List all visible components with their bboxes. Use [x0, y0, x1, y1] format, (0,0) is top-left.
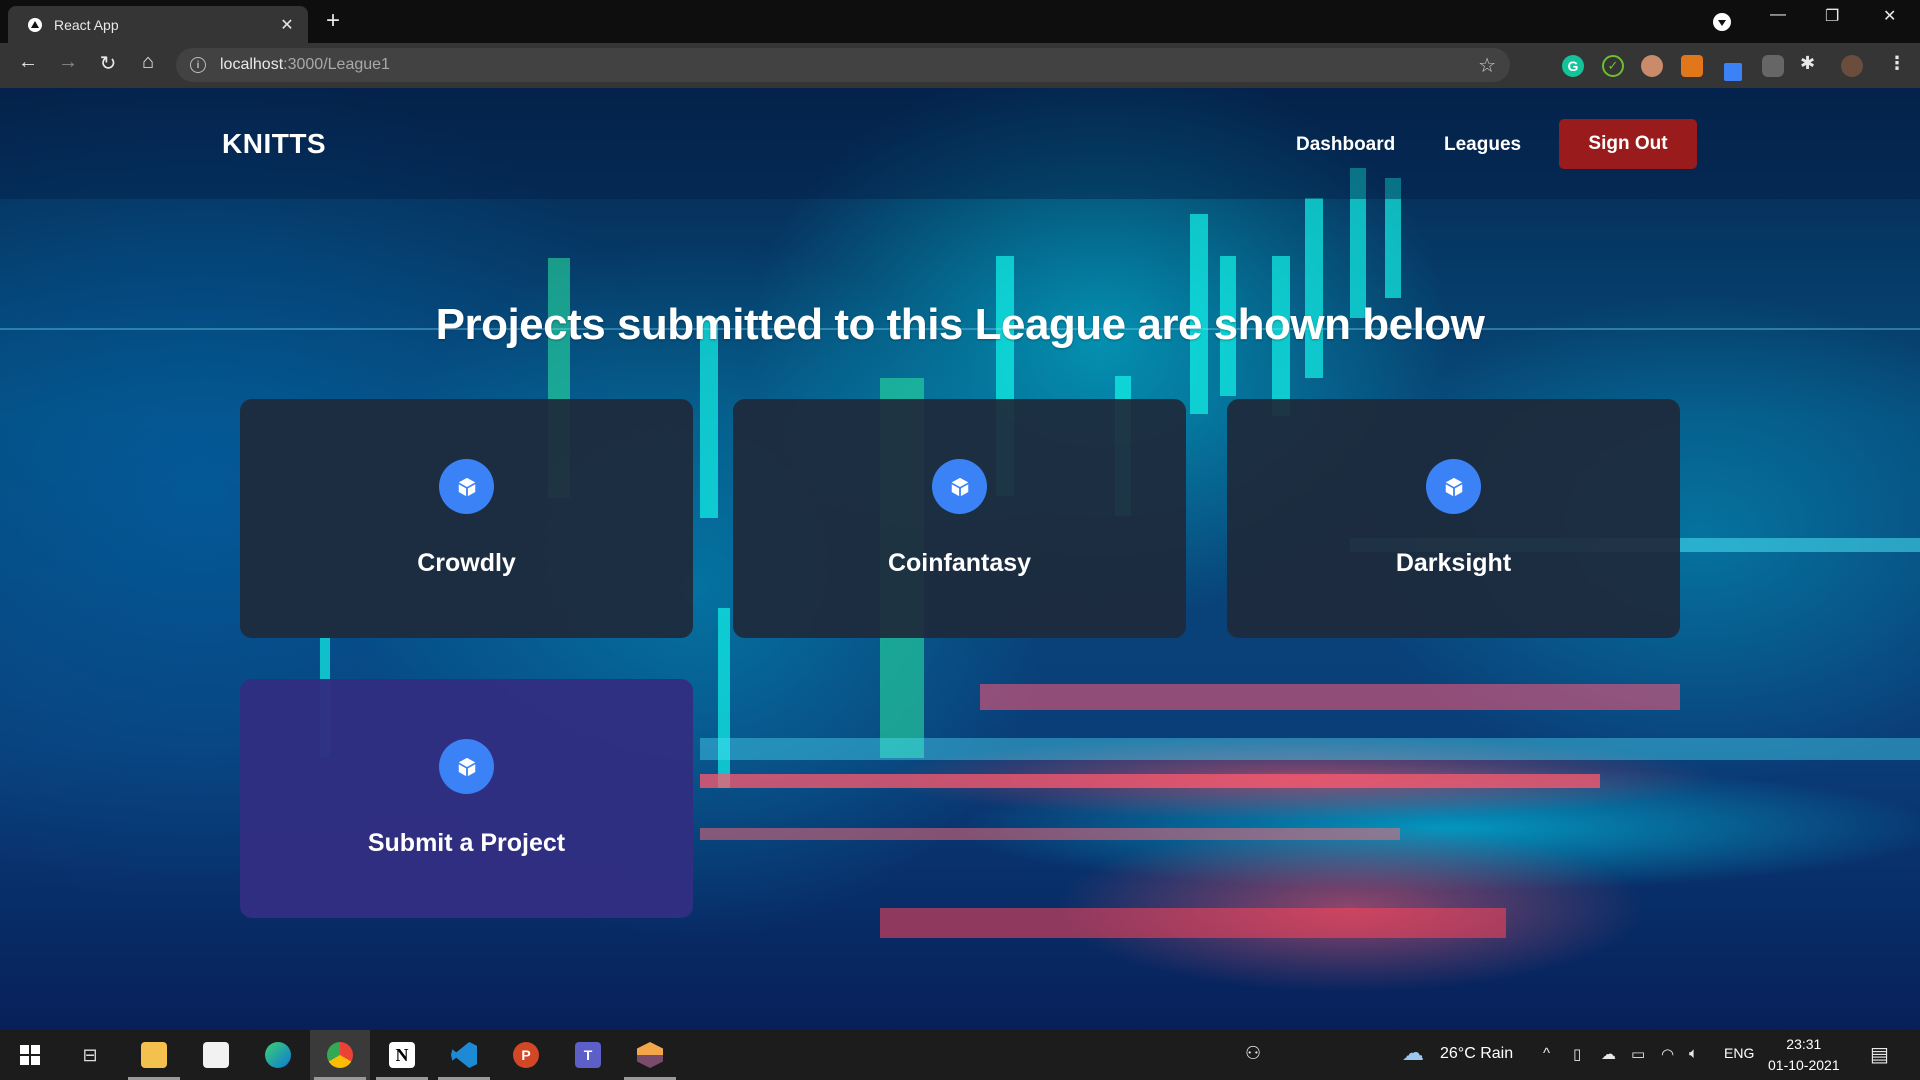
submit-project-label: Submit a Project	[367, 829, 566, 857]
reload-icon[interactable]: ↻	[94, 51, 122, 76]
minimize-button[interactable]: —	[1770, 6, 1786, 24]
page-title: Projects submitted to this League are sh…	[435, 300, 1485, 349]
restore-button[interactable]: ❐	[1825, 6, 1839, 26]
extensions-puzzle-icon[interactable]: ✱	[1800, 53, 1822, 75]
nav-link-dashboard[interactable]: Dashboard	[1296, 134, 1395, 156]
people-icon[interactable]: ⚇	[1245, 1043, 1261, 1064]
taskbar-notion[interactable]: N	[372, 1030, 432, 1080]
nav-link-leagues[interactable]: Leagues	[1444, 134, 1521, 156]
submit-project-card[interactable]: Submit a Project	[240, 679, 693, 918]
clock[interactable]: 23:31 01-10-2021	[1768, 1034, 1840, 1076]
media-control-icon[interactable]	[1713, 13, 1731, 31]
url-path: :3000/League1	[283, 56, 390, 73]
cube-icon	[1426, 459, 1481, 514]
wifi-icon[interactable]: ◠	[1661, 1045, 1674, 1063]
windows-logo-icon	[20, 1045, 40, 1065]
color-picker-icon[interactable]	[1724, 63, 1742, 81]
language-indicator[interactable]: ENG	[1724, 1045, 1754, 1061]
grammarly-icon[interactable]: G	[1562, 55, 1584, 77]
back-arrow-icon[interactable]: ←	[14, 51, 42, 74]
tab-close-icon[interactable]: ✕	[278, 15, 296, 35]
powerpoint-icon: P	[513, 1042, 539, 1068]
edge-icon	[265, 1042, 291, 1068]
project-name: Darksight	[1395, 549, 1512, 577]
show-hidden-icons-chevron[interactable]: ^	[1543, 1045, 1550, 1062]
project-card-crowdly[interactable]: Crowdly	[240, 399, 693, 638]
new-tab-button[interactable]: +	[326, 8, 340, 34]
teams-icon: T	[575, 1042, 601, 1068]
url-host: localhost	[220, 56, 284, 73]
battery-icon[interactable]: ▭	[1631, 1045, 1645, 1063]
vscode-icon	[451, 1042, 477, 1068]
bookmark-star-icon[interactable]: ☆	[1478, 53, 1496, 78]
meet-now-icon[interactable]: ▯	[1573, 1045, 1581, 1063]
project-name: Crowdly	[417, 549, 516, 577]
site-info-icon[interactable]: i	[190, 57, 206, 73]
page-viewport: KNITTS Dashboard Leagues Sign Out Projec…	[0, 88, 1920, 1030]
metamask-fox-icon[interactable]	[1681, 55, 1703, 77]
tab-title: React App	[54, 16, 119, 33]
clock-date: 01-10-2021	[1768, 1057, 1840, 1073]
home-icon[interactable]: ⌂	[134, 51, 162, 74]
project-name: Coinfantasy	[887, 549, 1032, 577]
forward-arrow-icon[interactable]: →	[54, 51, 82, 74]
cube-icon	[932, 459, 987, 514]
taskbar-microsoft-store[interactable]	[186, 1030, 246, 1080]
cube-icon	[439, 459, 494, 514]
notifications-icon[interactable]: ▤	[1870, 1042, 1889, 1067]
react-app-favicon-icon	[28, 17, 42, 32]
navbar: KNITTS Dashboard Leagues Sign Out	[0, 88, 1920, 199]
clock-time: 23:31	[1786, 1036, 1822, 1052]
folder-icon	[141, 1042, 167, 1068]
store-icon	[203, 1042, 229, 1068]
taskbar-app[interactable]	[620, 1030, 680, 1080]
check-extension-icon[interactable]: ✓	[1602, 55, 1624, 77]
taskbar-powerpoint[interactable]: P	[496, 1030, 556, 1080]
notion-icon: N	[389, 1042, 415, 1068]
taskbar-teams[interactable]: T	[558, 1030, 618, 1080]
taskbar-edge[interactable]	[248, 1030, 308, 1080]
weather-text[interactable]: 26°C Rain	[1440, 1045, 1513, 1063]
task-view-icon: ⊟	[82, 1044, 98, 1065]
sign-out-button[interactable]: Sign Out	[1559, 119, 1697, 169]
project-card-coinfantasy[interactable]: Coinfantasy	[733, 399, 1186, 638]
browser-tabstrip: React App ✕ + — ❐ ✕	[0, 0, 1920, 43]
app-hexagon-icon	[637, 1042, 663, 1068]
profile-avatar[interactable]	[1841, 55, 1863, 77]
windows-taskbar: ⊟ N P T ⚇ ☁ 26°C Rain ^ ▯ ☁ ▭ ◠ 🔈︎ ENG 2…	[0, 1030, 1920, 1080]
weather-rain-icon[interactable]: ☁	[1402, 1040, 1424, 1066]
cube-icon	[439, 739, 494, 794]
task-view-button[interactable]: ⊟	[60, 1030, 120, 1080]
brand-logo[interactable]: KNITTS	[222, 128, 326, 160]
screen-recorder-icon[interactable]	[1762, 55, 1784, 77]
browser-toolbar: ← → ↻ ⌂ i localhost:3000/League1 ☆ G ✓ ✱…	[0, 43, 1920, 88]
taskbar-vscode[interactable]	[434, 1030, 494, 1080]
taskbar-file-explorer[interactable]	[124, 1030, 184, 1080]
onedrive-cloud-icon[interactable]: ☁	[1601, 1045, 1616, 1063]
browser-tab[interactable]: React App ✕	[8, 6, 308, 43]
taskbar-chrome[interactable]	[310, 1030, 370, 1080]
chrome-icon	[327, 1042, 353, 1068]
glasses-extension-icon[interactable]	[1641, 55, 1663, 77]
address-bar[interactable]: i localhost:3000/League1 ☆	[176, 48, 1510, 82]
project-card-darksight[interactable]: Darksight	[1227, 399, 1680, 638]
close-window-button[interactable]: ✕	[1883, 6, 1896, 26]
browser-menu-icon[interactable]: ⋮	[1888, 53, 1906, 74]
start-button[interactable]	[0, 1030, 60, 1080]
volume-icon[interactable]: 🔈︎	[1689, 1045, 1698, 1062]
